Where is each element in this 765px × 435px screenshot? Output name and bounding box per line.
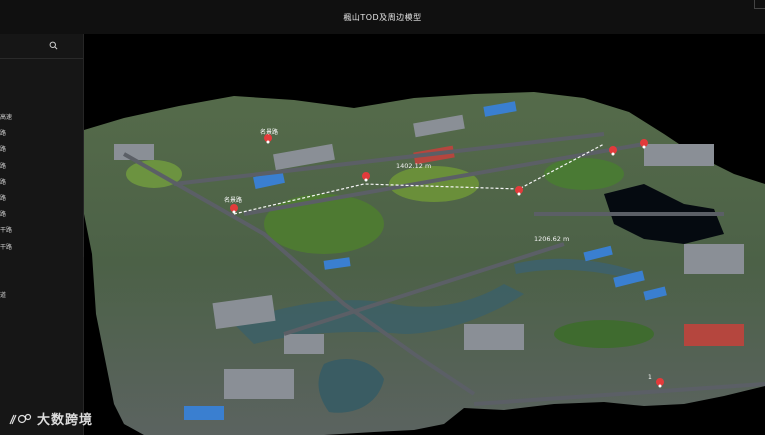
brand-logo [9,413,32,424]
green-field [389,166,479,202]
green-field [554,320,654,348]
layer-item[interactable]: 路 [0,191,83,207]
layer-item[interactable]: 干路 [0,240,83,256]
window-corner [754,0,765,9]
measurement-label: 1206.62 m [534,235,569,243]
layer-item[interactable]: 道 [0,288,83,304]
layer-item[interactable]: 路 [0,142,83,158]
window-title: 楓山TOD及周边模型 [343,12,422,22]
marker-label: 名景路 [224,196,242,204]
measurement-label: 1402.12 m [396,162,431,170]
layer-item[interactable]: 高速 [0,110,83,126]
watermark: 大数跨境 [8,409,93,428]
layer-item[interactable] [0,272,83,288]
layer-sidebar: 高速 路 路 路 路 路 路 干路 干路 道 [0,34,84,435]
layer-item[interactable]: 路 [0,159,83,175]
layer-item[interactable]: 路 [0,175,83,191]
green-field [544,158,624,190]
marker-label: 1 [648,374,652,381]
search-icon[interactable] [49,41,58,50]
marker-label: 名景路 [260,128,278,136]
watermark-text: 大数跨境 [37,413,94,428]
layer-item[interactable] [0,256,83,272]
city-model[interactable]: 1402.12 m 1206.62 m 名景路 名景路 1 [84,34,765,435]
layer-item[interactable]: 干路 [0,223,83,239]
layer-list: 高速 路 路 路 路 路 路 干路 干路 道 [0,110,83,304]
layer-item[interactable]: 路 [0,207,83,223]
layer-item[interactable]: 路 [0,126,83,142]
title-bar: 楓山TOD及周边模型 [0,0,765,35]
3d-map-viewport[interactable]: 1402.12 m 1206.62 m 名景路 名景路 1 [84,34,765,435]
sidebar-search-bar[interactable] [0,34,83,59]
park-area [264,194,384,254]
